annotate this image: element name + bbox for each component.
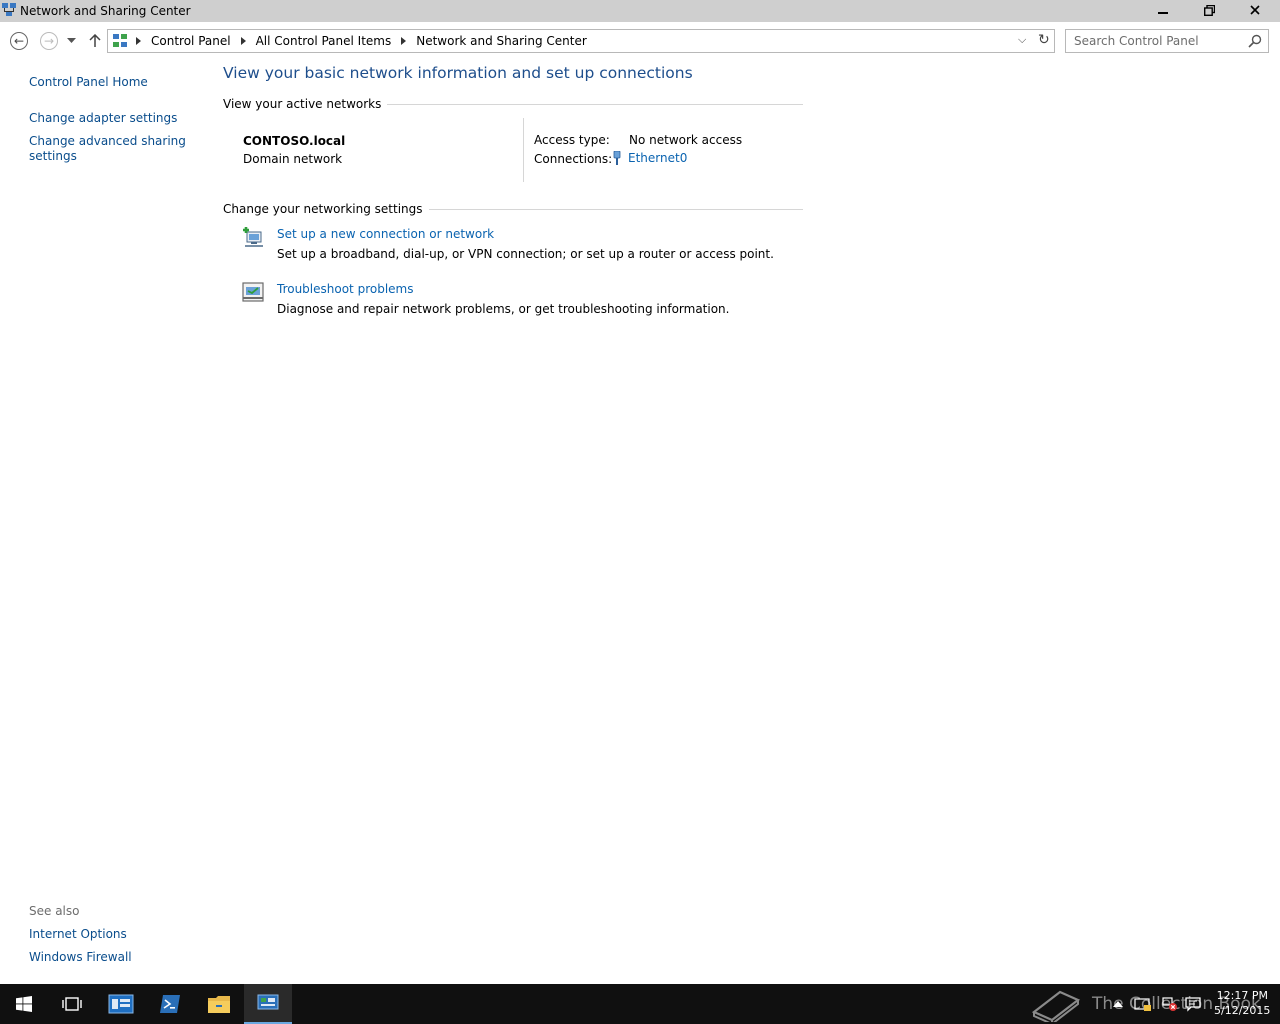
server-manager-icon	[108, 994, 134, 1014]
breadcrumb-control-panel[interactable]: Control Panel	[151, 34, 231, 48]
restore-icon	[1203, 4, 1215, 16]
up-button[interactable]	[84, 30, 106, 52]
minimize-icon	[1158, 12, 1168, 14]
troubleshoot-problems-description: Diagnose and repair network problems, or…	[277, 302, 730, 316]
search-icon[interactable]	[1248, 34, 1262, 48]
change-advanced-sharing-link[interactable]: Change advanced sharing settings	[29, 134, 189, 164]
clock[interactable]: 12:17 PM 5/12/2015	[1214, 988, 1271, 1018]
access-type-value: No network access	[629, 133, 743, 147]
file-explorer-button[interactable]	[195, 984, 243, 1024]
minimize-button[interactable]	[1140, 0, 1186, 20]
close-button[interactable]	[1232, 0, 1278, 20]
up-arrow-icon	[89, 34, 101, 47]
network-category: Domain network	[243, 152, 343, 166]
start-button[interactable]	[0, 984, 48, 1024]
task-view-button[interactable]	[48, 984, 96, 1024]
troubleshoot-icon[interactable]	[241, 279, 267, 305]
tray-action-center-button[interactable]	[1183, 994, 1203, 1014]
task-view-icon	[62, 997, 82, 1011]
address-dropdown-icon[interactable]: ⌵	[1018, 33, 1026, 47]
setup-connection-link[interactable]: Set up a new connection or network	[277, 227, 494, 241]
forward-button[interactable]: →	[38, 30, 60, 52]
powershell-icon	[160, 995, 180, 1013]
search-box[interactable]	[1065, 29, 1269, 53]
tray-server-manager[interactable]	[1133, 994, 1153, 1014]
tray-network-button[interactable]	[1160, 994, 1180, 1014]
page-title: View your basic network information and …	[223, 64, 693, 82]
connections-label: Connections:	[534, 152, 613, 166]
refresh-icon[interactable]: ↻	[1038, 32, 1050, 48]
breadcrumb-separator-icon[interactable]	[136, 37, 141, 45]
server-flag-icon	[1134, 998, 1151, 1011]
troubleshoot-problems-link[interactable]: Troubleshoot problems	[277, 282, 413, 296]
ethernet-connection-label[interactable]: Ethernet0	[628, 151, 687, 165]
left-pane: Control Panel Home Change adapter settin…	[0, 60, 210, 984]
network-app-icon	[2, 3, 16, 16]
see-also-heading: See also	[29, 904, 80, 918]
restore-button[interactable]	[1186, 0, 1232, 20]
title-bar: Network and Sharing Center	[0, 0, 1280, 22]
control-panel-taskbar-button[interactable]	[244, 984, 292, 1024]
breadcrumb-separator-icon[interactable]	[240, 37, 246, 45]
recent-locations-button[interactable]	[62, 30, 80, 52]
change-settings-section: Change your networking settings	[223, 202, 803, 216]
active-networks-section: View your active networks	[223, 97, 803, 111]
close-icon	[1250, 5, 1260, 15]
breadcrumb: Control Panel All Control Panel Items Ne…	[134, 34, 595, 48]
internet-options-link[interactable]: Internet Options	[29, 927, 127, 942]
control-panel-icon	[113, 34, 127, 47]
file-explorer-icon	[208, 996, 230, 1013]
section-divider	[387, 103, 803, 105]
network-divider	[523, 118, 524, 182]
window-title: Network and Sharing Center	[20, 4, 191, 18]
ethernet-connection-link[interactable]: Ethernet0	[612, 151, 687, 165]
book-icon	[1031, 990, 1081, 1022]
network-disconnected-icon	[1162, 997, 1177, 1011]
ethernet-icon	[613, 151, 621, 165]
chevron-up-icon	[1113, 1001, 1123, 1007]
start-icon	[16, 996, 32, 1012]
action-center-icon	[1185, 996, 1201, 1012]
network-name: CONTOSO.local	[243, 134, 346, 148]
new-connection-icon[interactable]	[241, 224, 267, 250]
breadcrumb-all-items[interactable]: All Control Panel Items	[256, 34, 392, 48]
address-bar[interactable]: Control Panel All Control Panel Items Ne…	[107, 29, 1055, 53]
control-panel-home-link[interactable]: Control Panel Home	[29, 75, 148, 90]
windows-firewall-link[interactable]: Windows Firewall	[29, 950, 132, 965]
clock-date: 5/12/2015	[1214, 1004, 1271, 1017]
breadcrumb-network-sharing-center[interactable]: Network and Sharing Center	[416, 34, 587, 48]
access-type-label: Access type:	[534, 133, 610, 147]
taskbar: The Collection Book 12:17 PM 5/12/2015	[0, 984, 1280, 1024]
control-panel-icon	[257, 994, 279, 1010]
navigation-bar: ← → Control Panel All Control Panel Item…	[0, 22, 1280, 60]
section-divider	[428, 208, 803, 210]
change-settings-heading: Change your networking settings	[223, 202, 423, 216]
show-hidden-icons-button[interactable]	[1108, 994, 1128, 1014]
active-networks-heading: View your active networks	[223, 97, 382, 111]
forward-arrow-icon: →	[40, 32, 58, 50]
back-arrow-icon: ←	[10, 32, 28, 50]
setup-connection-description: Set up a broadband, dial-up, or VPN conn…	[277, 247, 774, 261]
server-manager-button[interactable]	[97, 984, 145, 1024]
chevron-down-icon	[66, 38, 76, 43]
clock-time: 12:17 PM	[1216, 989, 1268, 1002]
breadcrumb-separator-icon[interactable]	[401, 37, 407, 45]
change-adapter-settings-link[interactable]: Change adapter settings	[29, 111, 177, 126]
back-button[interactable]: ←	[8, 30, 30, 52]
search-input[interactable]	[1066, 30, 1242, 52]
powershell-button[interactable]	[146, 984, 194, 1024]
